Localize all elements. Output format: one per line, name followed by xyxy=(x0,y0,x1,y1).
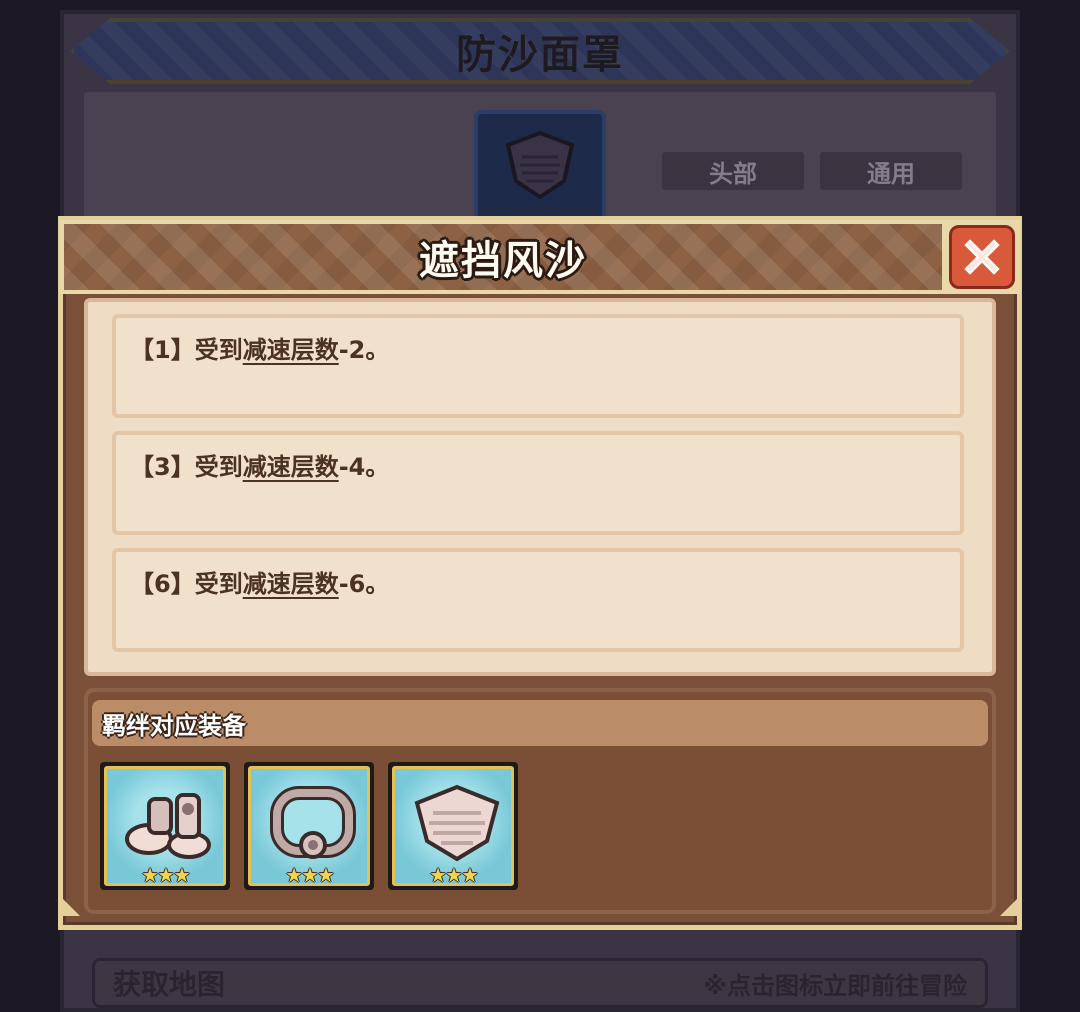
set-item-boots[interactable]: ★★★ xyxy=(100,762,230,890)
tag-general: 通用 xyxy=(820,152,962,190)
effect-row-6: 【6】受到减速层数-6。 xyxy=(112,548,964,652)
acquire-map-bar[interactable]: 获取地图 ※点击图标立即前往冒险 xyxy=(92,958,988,1008)
boots-icon xyxy=(125,793,211,859)
set-item-mask[interactable]: ★★★ xyxy=(388,762,518,890)
ring-icon xyxy=(270,786,356,859)
popup-title-bar: 遮挡风沙 xyxy=(60,220,946,294)
equipment-title-bar: 防沙面罩 xyxy=(70,18,1010,84)
slow-stacks-keyword[interactable]: 减速层数 xyxy=(243,453,339,481)
equipment-icon-slot xyxy=(474,110,606,222)
effect-row-3: 【3】受到减速层数-4。 xyxy=(112,431,964,535)
slow-stacks-keyword[interactable]: 减速层数 xyxy=(243,570,339,598)
mask-icon xyxy=(505,131,575,200)
effect-tier-text: 【1】受到 xyxy=(130,336,243,364)
effect-value: -4。 xyxy=(338,453,390,481)
slow-stacks-keyword[interactable]: 减速层数 xyxy=(243,336,339,364)
effect-row-1: 【1】受到减速层数-2。 xyxy=(112,314,964,418)
close-button[interactable] xyxy=(944,220,1020,294)
mask-icon xyxy=(414,784,500,862)
star-rating: ★★★ xyxy=(141,863,191,887)
effect-value: -6。 xyxy=(338,570,390,598)
popup-title: 遮挡风沙 xyxy=(419,238,587,284)
effect-value: -2。 xyxy=(338,336,390,364)
equipment-title: 防沙面罩 xyxy=(456,32,624,78)
set-equipment-header: 羁绊对应装备 xyxy=(92,700,988,746)
effect-tier-text: 【6】受到 xyxy=(130,570,243,598)
set-item-ring[interactable]: ★★★ xyxy=(244,762,374,890)
acquire-map-label: 获取地图 xyxy=(113,968,226,1001)
acquire-map-hint: ※点击图标立即前往冒险 xyxy=(703,971,967,1000)
tag-head: 头部 xyxy=(662,152,804,190)
star-rating: ★★★ xyxy=(429,863,479,887)
set-equipment-header-label: 羁绊对应装备 xyxy=(102,711,246,740)
close-x-icon xyxy=(964,239,1000,275)
effect-tier-text: 【3】受到 xyxy=(130,453,243,481)
star-rating: ★★★ xyxy=(285,863,335,887)
